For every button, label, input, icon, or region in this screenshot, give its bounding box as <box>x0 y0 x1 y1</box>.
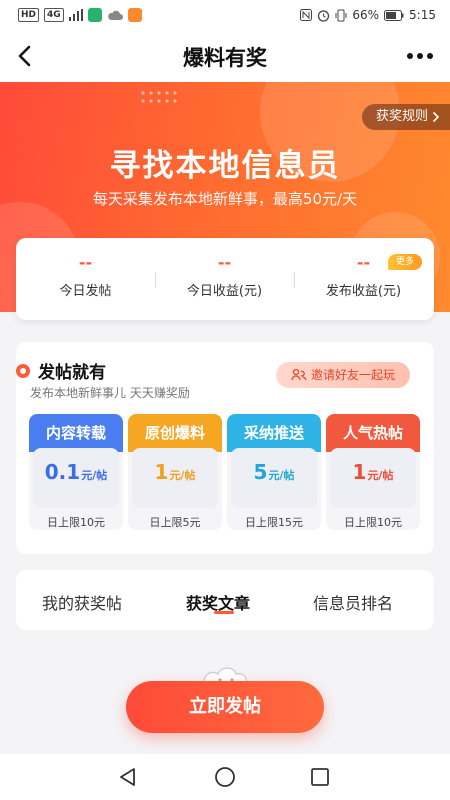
cloud-icon <box>107 10 123 20</box>
tier-card-repost[interactable]: 内容转载 0.1元/帖 日上限10元 <box>29 414 123 530</box>
system-recents-icon[interactable] <box>308 765 332 789</box>
status-bar: HD 4G 66% 5:15 <box>0 0 450 30</box>
tier-body: 1元/帖 <box>132 448 218 508</box>
clock: 5:15 <box>409 8 436 22</box>
tier-amount-unit: 元/帖 <box>169 469 196 482</box>
invite-users-icon <box>291 368 307 381</box>
video-notification-icon <box>127 8 142 22</box>
active-tab-indicator <box>214 611 234 614</box>
tier-amount: 1元/帖 <box>330 448 416 484</box>
stat-value: -- <box>78 253 93 272</box>
tier-limit: 日上限5元 <box>149 516 201 529</box>
status-right: 66% 5:15 <box>300 8 436 22</box>
rules-label: 获奖规则 <box>375 109 428 124</box>
system-home-icon[interactable] <box>213 765 237 789</box>
status-left: HD 4G <box>18 8 142 22</box>
vibrate-icon <box>335 9 347 21</box>
stat-label: 今日收益(元) <box>186 284 263 299</box>
app-notification-icon <box>87 8 102 22</box>
network-indicator: 4G <box>44 8 64 22</box>
tier-amount: 5元/帖 <box>231 448 317 484</box>
stat-label: 今日发帖 <box>59 284 112 299</box>
section-title: 发帖就有 <box>38 363 106 383</box>
hero-title: 寻找本地信息员 <box>109 148 341 184</box>
tier-amount: 1元/帖 <box>132 448 218 484</box>
more-badge[interactable]: 更多 <box>388 254 422 270</box>
ring-icon <box>16 363 30 378</box>
battery-percent: 66% <box>352 8 380 22</box>
tier-card-hot[interactable]: 人气热帖 1元/帖 日上限10元 <box>326 414 420 530</box>
tier-title: 人气热帖 <box>326 414 420 452</box>
battery-icon <box>384 9 404 21</box>
tier-body: 5元/帖 <box>231 448 317 508</box>
nav-bar: 爆料有奖 <box>0 30 450 82</box>
tier-amount-value: 1 <box>154 460 169 484</box>
tier-title: 原创爆料 <box>128 414 222 452</box>
decor-dots <box>141 91 177 103</box>
tier-amount-unit: 元/帖 <box>268 469 295 482</box>
signal-icon <box>68 9 83 21</box>
tier-card-adopted[interactable]: 采纳推送 5元/帖 日上限15元 <box>227 414 321 530</box>
rules-button[interactable]: 获奖规则 <box>361 104 450 130</box>
tab-my-winning-posts[interactable]: 我的获奖帖 <box>42 590 122 614</box>
page-title: 爆料有奖 <box>183 46 267 70</box>
stat-today-earnings[interactable]: -- 今日收益(元) <box>155 252 294 299</box>
stat-value: -- <box>217 253 232 272</box>
stat-label: 发布收益(元) <box>325 284 402 299</box>
hero-subtitle: 每天采集发布本地新鲜事，最高50元/天 <box>92 190 358 208</box>
hd-indicator: HD <box>18 8 40 22</box>
tier-title: 采纳推送 <box>227 414 321 452</box>
alarm-icon <box>318 9 330 22</box>
post-now-button[interactable]: 立即发帖 <box>126 681 324 733</box>
stat-today-posts[interactable]: -- 今日发帖 <box>16 252 155 299</box>
tier-limit: 日上限10元 <box>344 516 402 529</box>
tier-card-original[interactable]: 原创爆料 1元/帖 日上限5元 <box>128 414 222 530</box>
tab-informant-ranking[interactable]: 信息员排名 <box>313 590 393 614</box>
tier-title: 内容转载 <box>29 414 123 452</box>
tier-amount-unit: 元/帖 <box>367 469 394 482</box>
tier-body: 1元/帖 <box>330 448 416 508</box>
tier-amount-unit: 元/帖 <box>81 469 108 482</box>
system-back-icon[interactable] <box>116 765 140 789</box>
tier-amount-value: 0.1 <box>44 460 81 484</box>
tier-body: 0.1元/帖 <box>33 448 119 508</box>
post-rewards-header: 发帖就有 <box>16 358 106 383</box>
system-nav-bar <box>0 754 450 800</box>
stats-card: -- 今日发帖 -- 今日收益(元) -- 发布收益(元) <box>16 238 434 320</box>
more-dots-icon[interactable] <box>402 42 438 70</box>
tier-amount-value: 1 <box>352 460 367 484</box>
tier-amount-value: 5 <box>253 460 268 484</box>
tier-amount: 0.1元/帖 <box>33 448 119 484</box>
tier-limit: 日上限10元 <box>47 516 105 529</box>
invite-friends-button[interactable]: 邀请好友一起玩 <box>276 362 410 388</box>
nfc-icon <box>300 9 313 21</box>
tier-limit: 日上限15元 <box>245 516 303 529</box>
invite-label: 邀请好友一起玩 <box>310 368 395 382</box>
chevron-right-icon <box>432 111 440 123</box>
section-subtitle: 发布本地新鲜事儿 天天赚奖励 <box>30 386 190 400</box>
